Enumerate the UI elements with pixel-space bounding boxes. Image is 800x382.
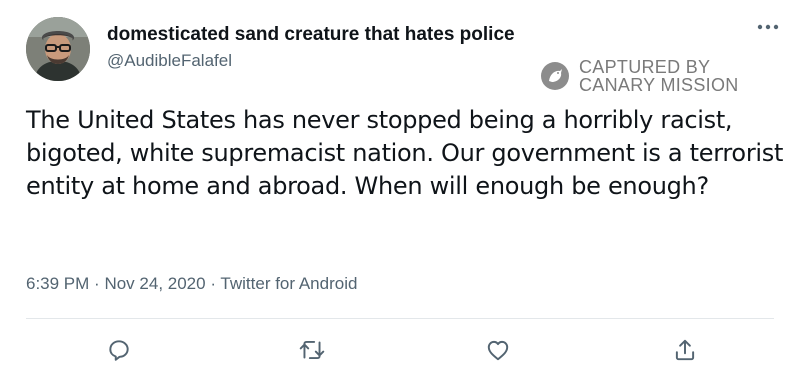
retweet-button[interactable] — [292, 330, 332, 370]
meta-separator: · — [210, 274, 216, 293]
meta-separator: · — [94, 274, 100, 293]
user-handle[interactable]: @AudibleFalafel — [107, 51, 232, 71]
tweet-time[interactable]: 6:39 PM — [26, 274, 89, 293]
reply-button[interactable] — [99, 330, 139, 370]
canary-mission-watermark: CAPTURED BY CANARY MISSION — [540, 58, 739, 94]
tweet-source[interactable]: Twitter for Android — [220, 274, 357, 293]
watermark-line2: CANARY MISSION — [579, 75, 739, 95]
tweet-text: The United States has never stopped bein… — [26, 106, 784, 200]
avatar-image — [26, 17, 90, 81]
retweet-icon — [299, 340, 325, 360]
tweet-meta: 6:39 PM · Nov 24, 2020 · Twitter for And… — [26, 274, 357, 294]
avatar[interactable] — [26, 17, 90, 81]
tweet-card: domesticated sand creature that hates po… — [0, 0, 800, 382]
watermark-text: CAPTURED BY CANARY MISSION — [579, 58, 739, 94]
share-icon — [675, 339, 695, 361]
more-horizontal-icon[interactable] — [754, 16, 782, 38]
divider — [26, 318, 774, 319]
canary-bird-icon — [541, 62, 569, 90]
tweet-date[interactable]: Nov 24, 2020 — [104, 274, 205, 293]
watermark-line1: CAPTURED BY — [579, 57, 711, 77]
display-name[interactable]: domesticated sand creature that hates po… — [107, 24, 515, 46]
reply-icon — [109, 340, 129, 361]
like-button[interactable] — [478, 330, 518, 370]
like-icon — [487, 340, 509, 361]
share-button[interactable] — [665, 330, 705, 370]
action-bar — [0, 330, 800, 374]
